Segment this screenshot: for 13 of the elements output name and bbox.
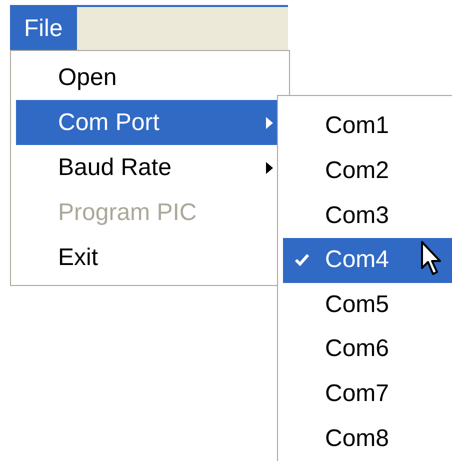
submenu-item[interactable]: Com8: [283, 416, 452, 461]
submenu-item[interactable]: Com3: [283, 193, 452, 238]
menu-item[interactable]: Exit: [16, 235, 277, 280]
submenu-item[interactable]: Com6: [283, 327, 452, 372]
menu-item[interactable]: Open: [16, 55, 277, 100]
menu-bar-item[interactable]: File: [10, 7, 77, 50]
submenu-item[interactable]: Com2: [283, 148, 452, 194]
menu-item[interactable]: Baud Rate: [16, 145, 277, 190]
menu-item[interactable]: Com Port: [16, 100, 277, 145]
submenu-item[interactable]: Com1: [283, 104, 452, 149]
submenu-item[interactable]: Com4: [283, 238, 452, 282]
submenu-item[interactable]: Com7: [283, 372, 452, 416]
submenu-item[interactable]: Com5: [283, 282, 452, 328]
